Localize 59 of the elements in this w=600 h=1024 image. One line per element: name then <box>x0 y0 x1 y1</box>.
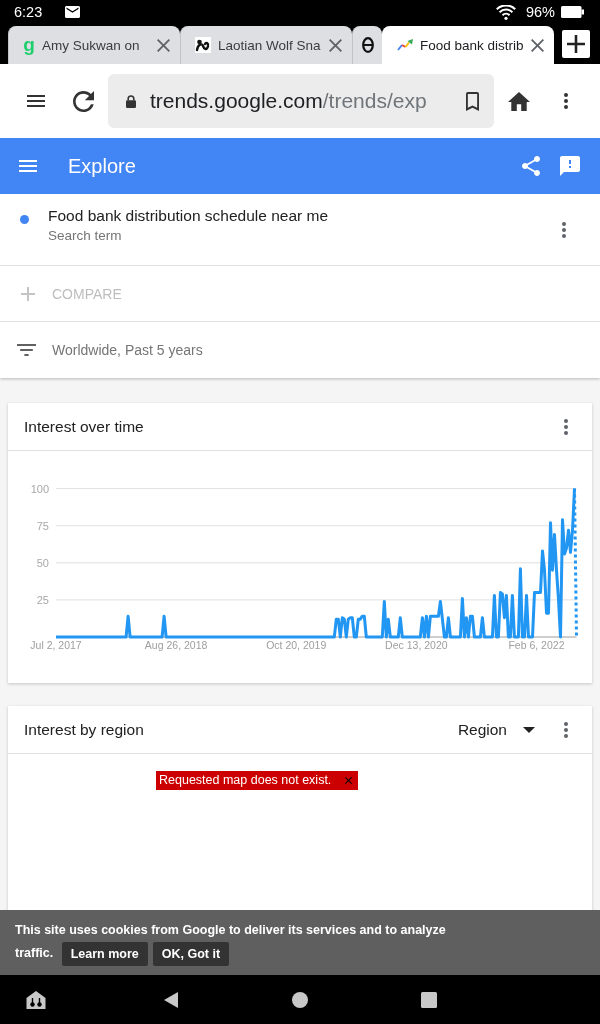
x-tick-label: Aug 26, 2018 <box>144 639 208 651</box>
browser-tab[interactable]: Laotian Wolf Sna <box>180 26 352 64</box>
snake-favicon-icon <box>195 37 211 53</box>
more-vert-icon[interactable] <box>564 93 568 109</box>
theta-favicon-icon <box>362 37 374 53</box>
menu-icon[interactable] <box>27 95 45 107</box>
plus-icon <box>21 286 35 301</box>
home-button-icon[interactable] <box>292 991 308 1008</box>
browser-tab[interactable] <box>352 26 382 64</box>
close-icon[interactable] <box>157 38 170 52</box>
search-term[interactable]: Food bank distribution schedule near me <box>48 206 329 226</box>
filter-summary[interactable]: Worldwide, Past 5 years <box>52 342 203 358</box>
x-tick-label: Jul 2, 2017 <box>30 639 82 651</box>
feedback-icon[interactable] <box>560 156 580 176</box>
cookie-action-button[interactable]: Learn more <box>61 942 148 966</box>
cookie-action-button[interactable]: OK, Got it <box>152 942 230 966</box>
url-text[interactable]: trends.google.com/trends/exp <box>150 89 427 113</box>
card-title: Interest by region <box>24 720 144 739</box>
site-logo-letter: g <box>23 37 35 53</box>
caret-icon <box>523 726 535 733</box>
map-error-message: Requested map does not exist. <box>159 773 332 787</box>
y-tick-label: 50 <box>36 556 49 569</box>
app-bar-title: Explore <box>68 154 136 178</box>
y-tick-label: 100 <box>30 482 49 495</box>
wifi-icon <box>495 4 516 20</box>
close-icon[interactable] <box>345 776 353 784</box>
x-tick-label: Oct 20, 2019 <box>266 639 327 651</box>
search-term-type: Search term <box>48 227 123 245</box>
trend-arrow-favicon-icon <box>397 39 413 51</box>
new-tab-button[interactable] <box>562 30 590 58</box>
region-dropdown[interactable]: Region <box>457 720 535 739</box>
card-title: Interest over time <box>24 417 144 436</box>
close-icon[interactable] <box>531 38 544 52</box>
house-icon[interactable] <box>26 989 46 1010</box>
plus-icon <box>567 35 585 53</box>
x-tick-label: Feb 6, 2022 <box>508 639 565 651</box>
mail-icon <box>65 6 81 18</box>
address-bar[interactable]: trends.google.com/trends/exp <box>108 74 494 128</box>
share-icon[interactable] <box>522 156 540 176</box>
y-tick-label: 75 <box>36 519 49 532</box>
reload-icon[interactable] <box>73 90 94 112</box>
home-icon[interactable] <box>508 91 530 111</box>
more-vert-icon[interactable] <box>564 418 568 435</box>
recents-icon[interactable] <box>421 991 437 1008</box>
cookie-notice-text: This site uses cookies from Google to deliver its services and to analyze traffic. Learn more OK, Got it <box>15 919 460 966</box>
more-vert-icon[interactable] <box>564 721 568 738</box>
lock-icon <box>126 94 136 108</box>
close-icon[interactable] <box>329 38 342 52</box>
battery-icon <box>561 6 584 18</box>
y-tick-label: 25 <box>36 593 49 606</box>
bookmark-icon[interactable] <box>466 91 479 111</box>
x-tick-label: Dec 13, 2020 <box>385 639 448 651</box>
browser-tab[interactable]: Food bank distrib <box>382 26 554 64</box>
back-icon[interactable] <box>164 991 178 1008</box>
browser-tab[interactable]: g Amy Sukwan on <box>8 26 180 64</box>
filter-icon[interactable] <box>17 344 36 356</box>
more-vert-icon[interactable] <box>562 221 566 238</box>
status-time: 6:23 <box>14 4 43 20</box>
battery-percent: 96% <box>525 4 555 20</box>
